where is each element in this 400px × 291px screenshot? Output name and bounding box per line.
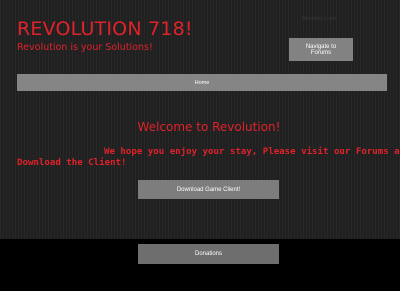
nav-home-button[interactable]: Home	[17, 74, 387, 91]
page: { "header": { "title": "REVOLUTION 718!"…	[0, 0, 400, 291]
welcome-message: We hope you enjoy your stay, Please visi…	[17, 147, 400, 169]
welcome-message-line1: We hope you enjoy your stay, Please visi…	[104, 147, 400, 157]
site-title: REVOLUTION 718!	[17, 18, 193, 40]
members-login-link[interactable]: Members Login	[302, 16, 336, 23]
welcome-message-line2: Download the Client!	[17, 158, 127, 168]
site-tagline: Revolution is your Solutions!	[17, 42, 153, 53]
donations-button[interactable]: Donations	[138, 244, 279, 264]
navigate-to-forums-button[interactable]: Navigate to Forums	[289, 38, 353, 61]
welcome-heading: Welcome to Revolution!	[137, 120, 281, 134]
download-client-button[interactable]: Download Game Client!	[138, 180, 279, 199]
